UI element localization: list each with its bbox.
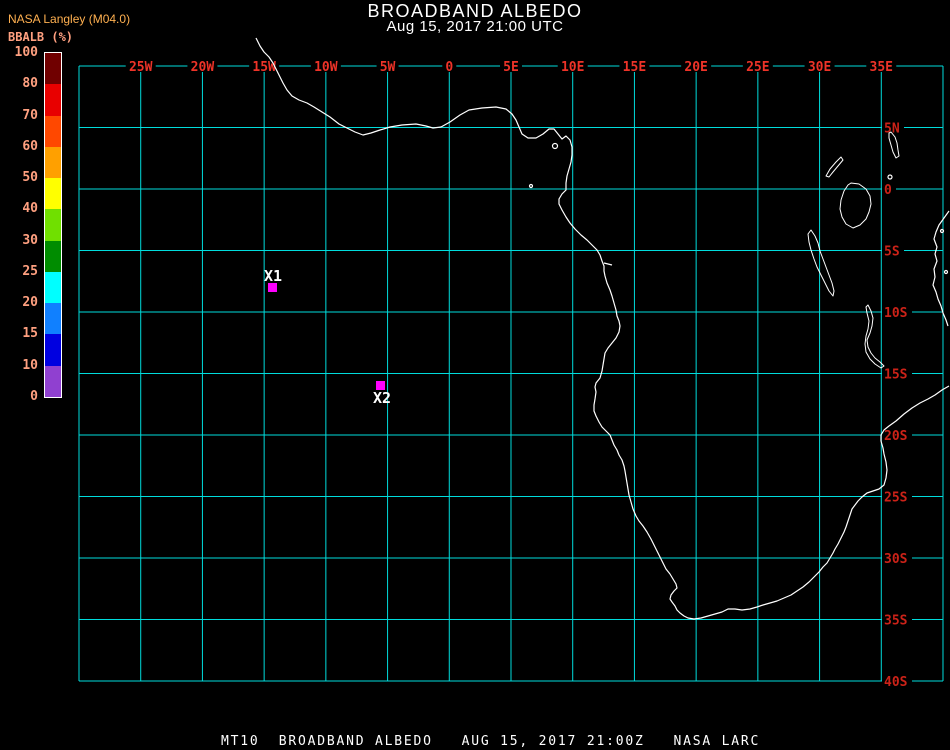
lat-label-20S: 20S	[884, 429, 908, 444]
lake-victoria	[839, 182, 872, 229]
lon-label-20W: 20W	[191, 60, 215, 75]
sao-tome-island	[528, 183, 534, 189]
lon-label-10W: 10W	[314, 60, 338, 75]
lon-label-5W: 5W	[380, 60, 396, 75]
zanzibar-island	[943, 269, 949, 275]
lon-label-35E: 35E	[870, 60, 893, 75]
bioko-island	[551, 142, 559, 150]
lake-edward	[887, 174, 893, 180]
status-bar: MT10 BROADBAND ALBEDO AUG 15, 2017 21:00…	[221, 734, 761, 749]
lat-label-5N: 5N	[884, 122, 900, 137]
lat-label-40S: 40S	[884, 675, 908, 690]
lon-label-10E: 10E	[561, 60, 584, 75]
lon-label-25W: 25W	[129, 60, 153, 75]
lon-label-0: 0	[445, 60, 453, 75]
lake-albert	[825, 156, 844, 178]
lake-tanganyika	[807, 229, 835, 297]
albedo-map-screen: { "header": { "title": "BROADBAND ALBEDO…	[0, 0, 950, 750]
coastline-east-coast-kenya-tanzania	[932, 210, 950, 327]
pemba-island	[939, 228, 945, 234]
lat-label-30S: 30S	[884, 552, 908, 567]
lon-label-30E: 30E	[808, 60, 831, 75]
lon-label-5E: 5E	[503, 60, 519, 75]
coastline-africa-atlantic-and-south-coast	[255, 37, 950, 620]
lat-label-10S: 10S	[884, 306, 908, 321]
lon-label-25E: 25E	[746, 60, 769, 75]
lon-label-15E: 15E	[623, 60, 646, 75]
lat-label-5S: 5S	[884, 245, 900, 260]
marker-label-X2: X2	[373, 389, 391, 407]
lon-label-20E: 20E	[684, 60, 707, 75]
lat-label-25S: 25S	[884, 491, 908, 506]
coastline-congo-river-mouth	[603, 262, 613, 266]
marker-label-X1: X1	[264, 267, 282, 285]
lat-label-0: 0	[884, 183, 892, 198]
lat-label-35S: 35S	[884, 614, 908, 629]
lat-label-15S: 15S	[884, 368, 908, 383]
map-canvas[interactable]: 25W 20W 15W 10W 5W 0 5E 10E 15E 20E 25E 30E 35E5N05S…	[0, 0, 950, 750]
